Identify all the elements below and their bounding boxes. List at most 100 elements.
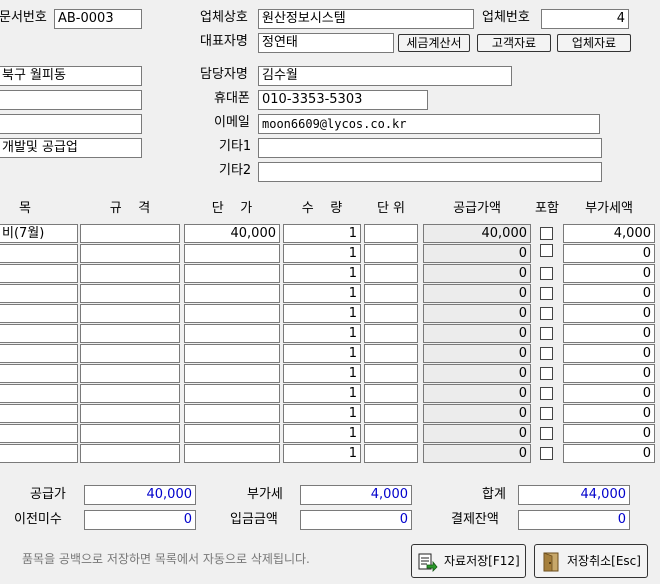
cancel-button[interactable]: 저장취소[Esc] (534, 544, 648, 578)
etc1-field[interactable] (258, 138, 602, 158)
cell-item[interactable] (0, 384, 78, 403)
cell-vat[interactable]: 0 (563, 324, 655, 343)
cell-price[interactable] (184, 404, 280, 423)
include-checkbox[interactable] (540, 347, 553, 360)
address-field[interactable]: 북구 월피동 (0, 66, 142, 86)
cell-unit[interactable] (364, 224, 418, 243)
cell-spec[interactable] (80, 384, 180, 403)
cell-price[interactable] (184, 444, 280, 463)
cell-unit[interactable] (364, 384, 418, 403)
include-checkbox[interactable] (540, 244, 553, 257)
cell-vat[interactable]: 0 (563, 264, 655, 283)
cell-item[interactable] (0, 324, 78, 343)
vendor-data-button[interactable]: 업체자료 (557, 34, 631, 52)
cell-price[interactable] (184, 304, 280, 323)
cell-qty[interactable]: 1 (283, 304, 361, 323)
cell-vat[interactable]: 0 (563, 364, 655, 383)
include-checkbox[interactable] (540, 327, 553, 340)
cell-unit[interactable] (364, 284, 418, 303)
cell-price[interactable] (184, 324, 280, 343)
cell-item[interactable] (0, 244, 78, 263)
include-checkbox[interactable] (540, 367, 553, 380)
etc2-field[interactable] (258, 162, 602, 182)
cell-spec[interactable] (80, 404, 180, 423)
cell-price[interactable] (184, 364, 280, 383)
cell-unit[interactable] (364, 364, 418, 383)
cell-vat[interactable]: 0 (563, 444, 655, 463)
include-checkbox[interactable] (540, 407, 553, 420)
cell-spec[interactable] (80, 444, 180, 463)
cell-item[interactable] (0, 444, 78, 463)
company-no-field[interactable]: 4 (541, 9, 629, 29)
cell-spec[interactable] (80, 424, 180, 443)
blank-field-2[interactable] (0, 114, 142, 134)
cell-vat[interactable]: 0 (563, 404, 655, 423)
cell-item[interactable] (0, 284, 78, 303)
cell-item[interactable] (0, 264, 78, 283)
cell-unit[interactable] (364, 344, 418, 363)
cell-qty[interactable]: 1 (283, 244, 361, 263)
prev-unpaid-field[interactable]: 0 (84, 510, 196, 530)
cell-qty[interactable]: 1 (283, 444, 361, 463)
cell-price[interactable] (184, 424, 280, 443)
cell-qty[interactable]: 1 (283, 384, 361, 403)
cell-spec[interactable] (80, 264, 180, 283)
include-checkbox[interactable] (540, 307, 553, 320)
cell-price[interactable] (184, 244, 280, 263)
save-button[interactable]: 자료저장[F12] (411, 544, 526, 578)
cell-item[interactable] (0, 364, 78, 383)
cell-item[interactable] (0, 404, 78, 423)
cell-spec[interactable] (80, 284, 180, 303)
cell-qty[interactable]: 1 (283, 264, 361, 283)
cell-price[interactable] (184, 384, 280, 403)
doc-no-field[interactable]: AB-0003 (54, 9, 142, 29)
business-type-field[interactable]: 개발및 공급업 (0, 138, 142, 158)
cell-vat[interactable]: 0 (563, 344, 655, 363)
cell-unit[interactable] (364, 244, 418, 263)
include-checkbox[interactable] (540, 387, 553, 400)
cell-qty[interactable]: 1 (283, 224, 361, 243)
cell-spec[interactable] (80, 344, 180, 363)
cell-qty[interactable]: 1 (283, 404, 361, 423)
company-name-field[interactable]: 원산정보시스템 (258, 9, 474, 29)
cell-price[interactable]: 40,000 (184, 224, 280, 243)
cell-vat[interactable]: 0 (563, 304, 655, 323)
cell-vat[interactable]: 0 (563, 424, 655, 443)
cell-qty[interactable]: 1 (283, 364, 361, 383)
cell-item[interactable] (0, 304, 78, 323)
cell-price[interactable] (184, 284, 280, 303)
cell-vat[interactable]: 0 (563, 384, 655, 403)
ceo-field[interactable]: 정연태 (258, 33, 394, 53)
cell-unit[interactable] (364, 324, 418, 343)
cell-price[interactable] (184, 264, 280, 283)
mobile-field[interactable]: 010-3353-5303 (258, 90, 428, 110)
cell-item[interactable] (0, 344, 78, 363)
include-checkbox[interactable] (540, 287, 553, 300)
cell-vat[interactable]: 0 (563, 244, 655, 263)
include-checkbox[interactable] (540, 227, 553, 240)
cell-qty[interactable]: 1 (283, 324, 361, 343)
cell-unit[interactable] (364, 404, 418, 423)
cell-spec[interactable] (80, 364, 180, 383)
cell-vat[interactable]: 4,000 (563, 224, 655, 243)
cell-unit[interactable] (364, 304, 418, 323)
include-checkbox[interactable] (540, 267, 553, 280)
cell-spec[interactable] (80, 324, 180, 343)
cell-vat[interactable]: 0 (563, 284, 655, 303)
cell-spec[interactable] (80, 244, 180, 263)
cell-spec[interactable] (80, 224, 180, 243)
cell-item[interactable] (0, 424, 78, 443)
cell-qty[interactable]: 1 (283, 284, 361, 303)
cell-spec[interactable] (80, 304, 180, 323)
cell-unit[interactable] (364, 264, 418, 283)
tax-invoice-button[interactable]: 세금계산서 (398, 34, 470, 52)
cell-qty[interactable]: 1 (283, 344, 361, 363)
deposit-field[interactable]: 0 (300, 510, 412, 530)
manager-field[interactable]: 김수월 (258, 66, 512, 86)
cell-unit[interactable] (364, 424, 418, 443)
blank-field-1[interactable] (0, 90, 142, 110)
cell-price[interactable] (184, 344, 280, 363)
cell-item[interactable]: 비(7월) (0, 224, 78, 243)
include-checkbox[interactable] (540, 427, 553, 440)
include-checkbox[interactable] (540, 447, 553, 460)
